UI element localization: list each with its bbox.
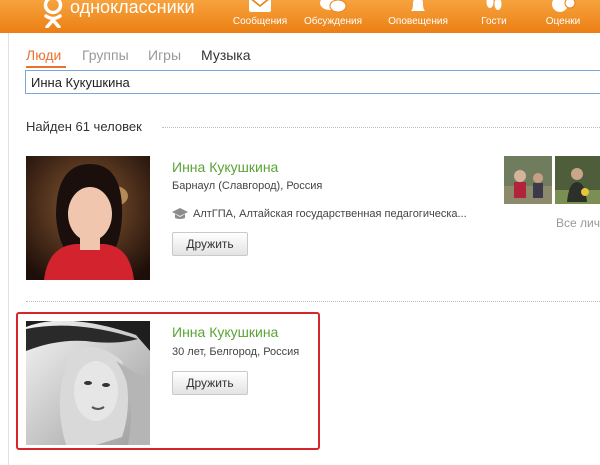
tab-groups[interactable]: Группы bbox=[82, 47, 129, 63]
ratings-icon bbox=[552, 0, 576, 12]
nav-guests-label: Гости bbox=[481, 16, 507, 27]
results-count-divider bbox=[162, 127, 600, 128]
nav-discussions[interactable]: Обсуждения bbox=[302, 0, 364, 33]
results-count: Найден 61 человек bbox=[26, 119, 142, 134]
footprints-icon bbox=[486, 0, 502, 10]
result-photo[interactable] bbox=[26, 156, 150, 280]
ok-logo-icon[interactable] bbox=[40, 0, 66, 28]
chat-bubbles-icon bbox=[320, 0, 347, 13]
result-location: Барнаул (Славгород), Россия bbox=[172, 180, 323, 192]
result-name[interactable]: Инна Кукушкина bbox=[172, 159, 278, 175]
side-photo-image bbox=[504, 156, 552, 204]
tab-games[interactable]: Игры bbox=[148, 47, 181, 63]
result-divider bbox=[26, 301, 600, 302]
nav-guests[interactable]: Гости bbox=[474, 0, 514, 33]
graduation-cap-icon bbox=[172, 208, 188, 219]
nav-ratings-label: Оценки bbox=[545, 16, 581, 27]
result-education[interactable]: АлтГПА, Алтайская государственная педаго… bbox=[193, 208, 467, 220]
left-divider bbox=[8, 33, 9, 465]
search-box bbox=[25, 70, 600, 94]
tab-people-underline bbox=[26, 66, 66, 68]
bell-icon bbox=[411, 0, 425, 11]
profile-photo-image bbox=[26, 156, 150, 280]
nav-messages[interactable]: Сообщения bbox=[228, 0, 292, 33]
all-photos-link[interactable]: Все лич bbox=[556, 216, 600, 230]
side-photo-image bbox=[555, 156, 600, 204]
nav-notifications[interactable]: Оповещения bbox=[383, 0, 453, 33]
search-input[interactable] bbox=[31, 74, 571, 90]
top-bar: одноклассники Сообщения Обсуждения Опове… bbox=[0, 0, 600, 33]
nav-messages-label: Сообщения bbox=[232, 16, 288, 27]
envelope-icon bbox=[249, 0, 271, 12]
add-friend-button[interactable]: Дружить bbox=[172, 232, 248, 256]
tab-music[interactable]: Музыка bbox=[201, 47, 251, 63]
side-photo[interactable] bbox=[555, 156, 600, 204]
nav-ratings[interactable]: Оценки bbox=[538, 0, 588, 33]
logo-text[interactable]: одноклассники bbox=[70, 0, 195, 18]
nav-notifications-label: Оповещения bbox=[388, 16, 448, 27]
tab-people[interactable]: Люди bbox=[26, 47, 61, 63]
side-photo[interactable] bbox=[504, 156, 552, 204]
highlight-box bbox=[16, 312, 320, 450]
nav-discussions-label: Обсуждения bbox=[303, 16, 363, 27]
